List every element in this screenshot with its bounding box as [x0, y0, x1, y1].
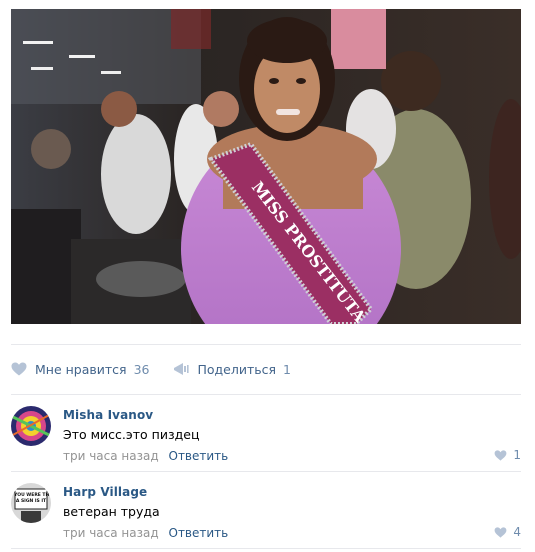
divider: [11, 344, 521, 345]
avatar[interactable]: IF YOU WERE THIS A SIGN IS IT: [11, 483, 51, 523]
comment-meta: три часа назад Ответить: [63, 449, 228, 463]
share-button[interactable]: Поделиться 1: [173, 362, 291, 377]
comment-like-count: 4: [513, 525, 521, 539]
comment-item: IF YOU WERE THIS A SIGN IS IT Harp Villa…: [11, 473, 521, 549]
comment-time[interactable]: три часа назад: [63, 526, 159, 540]
like-label: Мне нравится: [35, 361, 127, 377]
comment-like-button[interactable]: 4: [494, 525, 521, 539]
comment-text: Это мисс.это пиздец: [63, 427, 200, 442]
comment-text: ветеран труда: [63, 504, 160, 519]
avatar-sign-text: A SIGN IS IT: [16, 498, 47, 504]
comment-meta: три часа назад Ответить: [63, 526, 228, 540]
reply-button[interactable]: Ответить: [169, 526, 229, 540]
heart-icon: [494, 449, 507, 461]
post-actions: Мне нравится 36 Поделиться 1: [11, 356, 315, 382]
divider: [11, 394, 521, 395]
comment-like-button[interactable]: 1: [494, 448, 521, 462]
like-count: 36: [133, 361, 150, 377]
comment-time[interactable]: три часа назад: [63, 449, 159, 463]
comment-author[interactable]: Misha Ivanov: [63, 408, 153, 422]
avatar[interactable]: [11, 406, 51, 446]
comment-item: Misha Ivanov Это мисс.это пиздец три час…: [11, 396, 521, 472]
comment-like-count: 1: [513, 448, 521, 462]
post-photo[interactable]: MISS PROSTITUTA: [11, 9, 521, 324]
share-icon: [174, 363, 190, 375]
heart-icon: [494, 526, 507, 538]
reply-button[interactable]: Ответить: [169, 449, 229, 463]
share-label: Поделиться: [197, 361, 277, 377]
share-count: 1: [283, 361, 291, 377]
like-button[interactable]: Мне нравится 36: [11, 362, 149, 377]
divider: [11, 548, 521, 549]
comment-author[interactable]: Harp Village: [63, 485, 147, 499]
divider: [11, 471, 521, 472]
heart-icon: [11, 362, 27, 376]
avatar-sign-text: IF YOU WERE THIS: [11, 492, 51, 498]
